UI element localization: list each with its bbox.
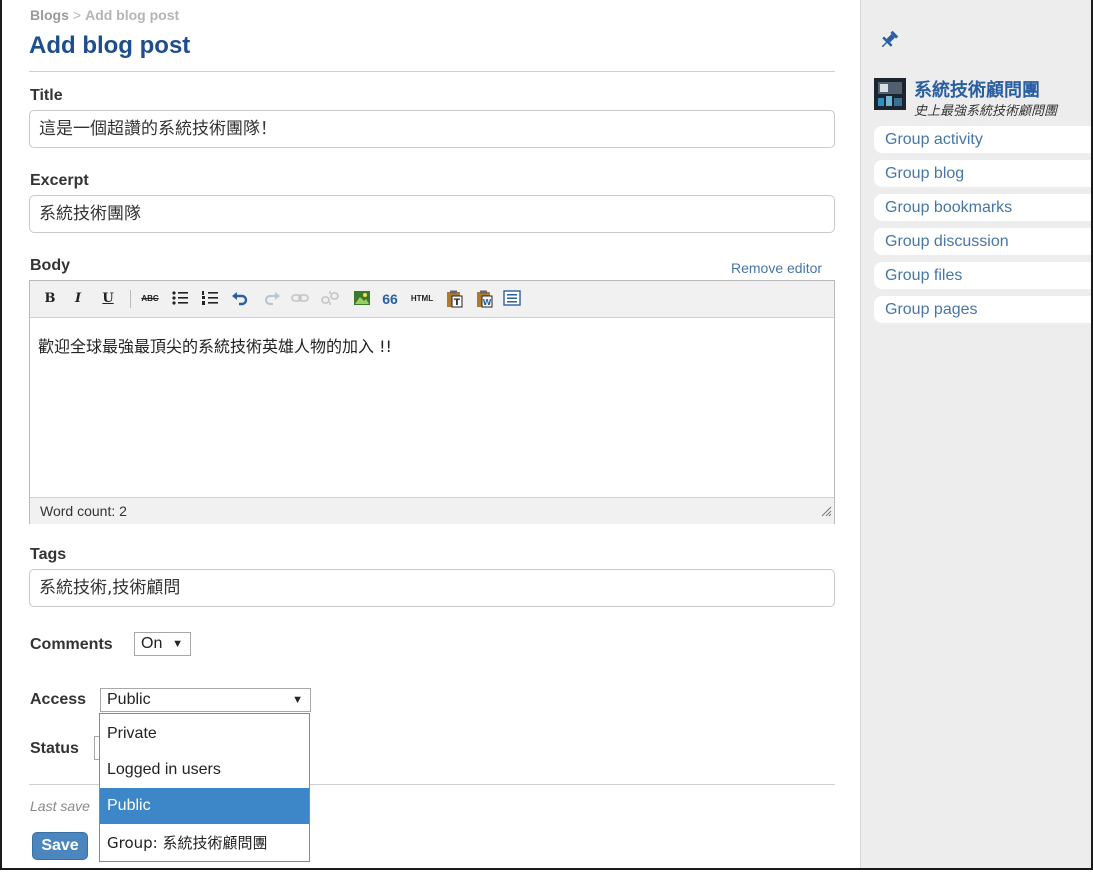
- toolbar-separator: [130, 290, 131, 308]
- remove-editor-link[interactable]: Remove editor: [731, 260, 822, 276]
- sidebar-item-group-files[interactable]: Group files: [874, 262, 1091, 289]
- group-subtitle: 史上最強系統技術顧問團: [914, 104, 1058, 119]
- svg-text:T: T: [454, 298, 461, 308]
- paste-word-icon[interactable]: W: [474, 290, 494, 308]
- body-label: Body: [30, 257, 70, 274]
- bold-icon[interactable]: B: [42, 290, 58, 308]
- resize-handle-icon[interactable]: [820, 504, 832, 522]
- excerpt-input[interactable]: 系統技術團隊: [29, 195, 835, 233]
- breadcrumb: Blogs > Add blog post: [30, 7, 179, 23]
- fullscreen-icon[interactable]: [502, 290, 522, 308]
- numbered-list-icon[interactable]: [200, 290, 220, 308]
- redo-icon[interactable]: [262, 290, 282, 308]
- comments-select[interactable]: On ▼: [134, 632, 191, 656]
- italic-icon[interactable]: I: [70, 290, 86, 308]
- page-frame: Blogs > Add blog post Add blog post Title …: [0, 0, 1093, 870]
- chevron-down-icon: ▼: [172, 638, 183, 650]
- editor-content[interactable]: 歡迎全球最強最頂尖的系統技術英雄人物的加入 !!: [38, 333, 392, 357]
- sidebar-item-group-discussion[interactable]: Group discussion: [874, 228, 1091, 255]
- status-label: Status: [30, 740, 79, 757]
- link-icon[interactable]: [290, 290, 310, 308]
- sidebar-item-group-activity[interactable]: Group activity: [874, 126, 1091, 153]
- title-label: Title: [30, 87, 63, 104]
- last-saved-text: Last save: [30, 798, 90, 814]
- access-label: Access: [30, 691, 87, 708]
- chevron-down-icon: ▼: [292, 694, 303, 706]
- access-option-private[interactable]: Private: [100, 716, 309, 752]
- comments-selected-value: On: [141, 635, 163, 652]
- access-option-logged-in-users[interactable]: Logged in users: [100, 752, 309, 788]
- breadcrumb-blogs-link[interactable]: Blogs: [30, 7, 69, 23]
- save-button[interactable]: Save: [32, 832, 88, 860]
- paste-text-icon[interactable]: T: [444, 290, 464, 308]
- title-divider: [29, 71, 835, 72]
- svg-text:W: W: [483, 298, 492, 307]
- sidebar-item-group-pages[interactable]: Group pages: [874, 296, 1091, 323]
- html-icon[interactable]: HTML: [408, 290, 436, 308]
- underline-icon[interactable]: U: [100, 290, 116, 308]
- access-option-group[interactable]: Group: 系統技術顧問團: [100, 825, 309, 861]
- pin-icon[interactable]: [879, 30, 899, 55]
- breadcrumb-current: Add blog post: [85, 7, 180, 23]
- page-title: Add blog post: [29, 32, 191, 59]
- word-count: Word count: 2: [40, 503, 127, 519]
- access-dropdown-menu: Private Logged in users Public Group: 系統…: [99, 713, 310, 862]
- unlink-icon[interactable]: [320, 290, 340, 308]
- rich-text-editor: B I U ABC 66 HTML T W 歡迎全球最強最頂尖的系統技術英雄人物…: [29, 280, 835, 524]
- title-input[interactable]: 這是一個超讚的系統技術團隊！: [29, 110, 835, 148]
- strikethrough-icon[interactable]: ABC: [138, 290, 162, 308]
- editor-toolbar: B I U ABC 66 HTML T W: [30, 281, 834, 318]
- sidebar-item-group-bookmarks[interactable]: Group bookmarks: [874, 194, 1091, 221]
- excerpt-label: Excerpt: [30, 172, 89, 189]
- access-option-public[interactable]: Public: [100, 788, 309, 824]
- tags-input[interactable]: 系統技術,技術顧問: [29, 569, 835, 607]
- undo-icon[interactable]: [230, 290, 250, 308]
- comments-label: Comments: [30, 636, 113, 653]
- main-content: Blogs > Add blog post Add blog post Title …: [2, 0, 860, 868]
- tags-label: Tags: [30, 546, 67, 563]
- group-avatar[interactable]: [874, 78, 906, 110]
- group-name-link[interactable]: 系統技術顧問團: [914, 76, 1040, 102]
- access-select[interactable]: Public ▼: [100, 688, 311, 712]
- editor-statusbar: Word count: 2: [30, 497, 834, 524]
- bullet-list-icon[interactable]: [170, 290, 190, 308]
- image-icon[interactable]: [352, 290, 372, 308]
- breadcrumb-separator: >: [72, 7, 82, 23]
- blockquote-icon[interactable]: 66: [380, 290, 400, 308]
- access-selected-value: Public: [107, 691, 151, 708]
- sidebar-item-group-blog[interactable]: Group blog: [874, 160, 1091, 187]
